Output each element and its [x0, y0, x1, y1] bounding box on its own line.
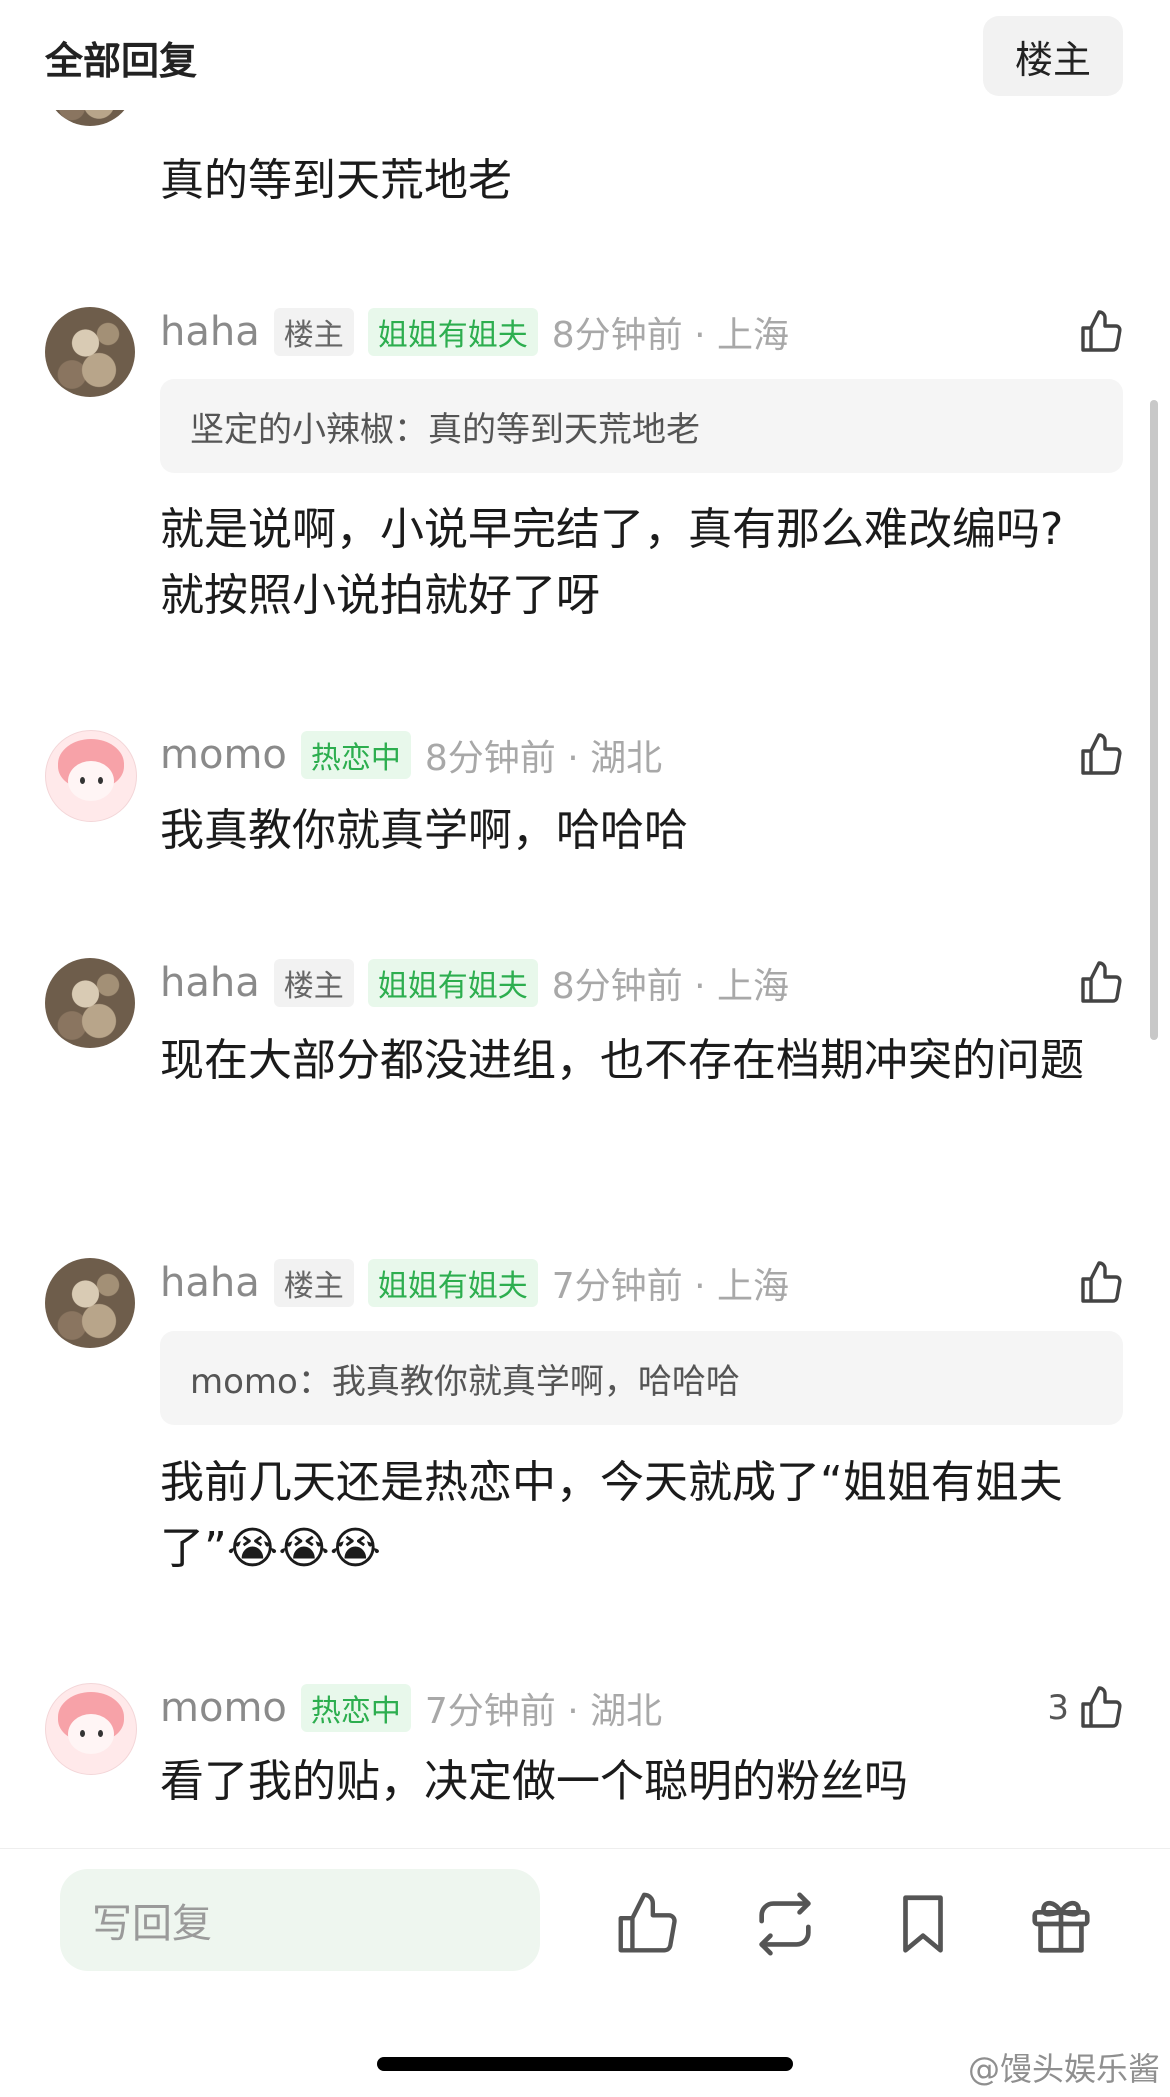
host-tag: 楼主	[273, 1259, 354, 1307]
like-button[interactable]	[1077, 958, 1125, 1008]
like-post-button[interactable]	[612, 1889, 682, 1959]
like-button[interactable]	[1077, 307, 1125, 357]
avatar[interactable]	[45, 730, 137, 822]
comment-text: 就是说啊，小说早完结了，真有那么难改编吗? 就按照小说拍就好了呀	[160, 504, 1064, 621]
status-badge: 姐姐有姐夫	[367, 1259, 538, 1307]
home-indicator[interactable]	[377, 2057, 793, 2071]
thumbs-up-icon	[618, 1892, 677, 1953]
timestamp: 8分钟前 · 湖北	[424, 738, 663, 779]
username[interactable]: haha	[160, 960, 260, 1006]
thumbs-up-icon	[1081, 1261, 1122, 1303]
quoted-reply[interactable]: momo：我真教你就真学啊，哈哈哈	[160, 1331, 1123, 1425]
gift-button[interactable]	[1026, 1889, 1096, 1959]
avatar[interactable]	[45, 958, 135, 1048]
like-button[interactable]	[1077, 1258, 1125, 1308]
avatar[interactable]	[45, 307, 135, 397]
repost-icon	[759, 1892, 811, 1956]
username[interactable]: momo	[160, 732, 287, 778]
timestamp: 8分钟前 · 上海	[551, 966, 789, 1007]
like-button[interactable]: 3	[1047, 1683, 1125, 1733]
thumbs-up-icon	[1081, 310, 1122, 352]
comment-text: 现在大部分都没进组，也不存在档期冲突的问题	[160, 1035, 1084, 1086]
thumbs-up-icon	[1081, 961, 1122, 1003]
thumbs-up-icon	[1081, 1686, 1122, 1728]
comment-meta: haha 楼主 姐姐有姐夫 7分钟前 · 上海	[160, 1258, 789, 1308]
comment-text: 真的等到天荒地老	[160, 155, 512, 206]
status-badge: 姐姐有姐夫	[367, 959, 538, 1007]
host-tag: 楼主	[273, 959, 354, 1007]
like-button[interactable]	[1077, 730, 1125, 780]
username[interactable]: haha	[160, 1260, 260, 1306]
top-bar: 全部回复 楼主	[0, 0, 1170, 110]
host-only-button[interactable]: 楼主	[983, 16, 1123, 96]
thumbs-up-icon	[1081, 733, 1122, 775]
comment-meta: momo 热恋中 8分钟前 · 湖北	[160, 730, 662, 780]
bookmark-icon	[903, 1895, 943, 1953]
comment-text: 我前几天还是热恋中，今天就成了“姐姐有姐夫了”😭😭😭	[160, 1457, 1063, 1574]
comment-text: 看了我的贴，决定做一个聪明的粉丝吗	[160, 1756, 908, 1807]
comment-text: 我真教你就真学啊，哈哈哈	[160, 805, 688, 856]
watermark: @馒头娱乐酱	[967, 2050, 1160, 2088]
timestamp: 7分钟前 · 上海	[551, 1266, 789, 1307]
reply-input[interactable]: 写回复	[60, 1869, 540, 1971]
host-tag: 楼主	[273, 308, 354, 356]
page-title: 全部回复	[45, 39, 198, 83]
repost-button[interactable]	[750, 1889, 820, 1959]
status-badge: 热恋中	[300, 1684, 411, 1732]
bookmark-button[interactable]	[888, 1889, 958, 1959]
comment-meta: momo 热恋中 7分钟前 · 湖北	[160, 1683, 662, 1733]
status-badge: 热恋中	[300, 731, 411, 779]
status-badge: 姐姐有姐夫	[367, 308, 538, 356]
scrollbar[interactable]	[1150, 400, 1158, 1040]
gift-icon	[1032, 1900, 1090, 1953]
timestamp: 8分钟前 · 上海	[551, 315, 789, 356]
comment-meta: haha 楼主 姐姐有姐夫 8分钟前 · 上海	[160, 307, 789, 357]
timestamp: 7分钟前 · 湖北	[424, 1691, 663, 1732]
avatar[interactable]	[45, 1258, 135, 1348]
username[interactable]: haha	[160, 309, 260, 355]
like-count: 3	[1047, 1688, 1069, 1728]
comment-meta: haha 楼主 姐姐有姐夫 8分钟前 · 上海	[160, 958, 789, 1008]
avatar[interactable]	[45, 1683, 137, 1775]
username[interactable]: momo	[160, 1685, 287, 1731]
quoted-reply[interactable]: 坚定的小辣椒：真的等到天荒地老	[160, 379, 1123, 473]
